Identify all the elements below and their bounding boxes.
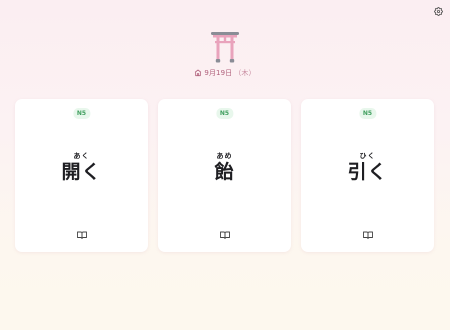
gear-icon bbox=[433, 6, 443, 16]
word-cards: N5 あく 開く N5 あめ 飴 N5 ひく 引く bbox=[15, 99, 434, 252]
kanji-text: 開く bbox=[61, 161, 102, 183]
level-badge: N5 bbox=[358, 108, 377, 119]
word: あく 開く bbox=[15, 152, 148, 184]
level-badge: N5 bbox=[215, 108, 234, 119]
kanji-text: 引く bbox=[347, 161, 388, 183]
settings-button[interactable] bbox=[432, 5, 444, 17]
book-icon bbox=[219, 231, 230, 239]
details-button[interactable] bbox=[219, 231, 230, 239]
reading-text: ひく bbox=[359, 152, 376, 160]
word: あめ 飴 bbox=[158, 152, 291, 184]
book-icon bbox=[76, 231, 87, 239]
date-display: 9月19日 （木） bbox=[194, 68, 255, 78]
word-card-ame[interactable]: N5 あめ 飴 bbox=[158, 99, 291, 252]
reading-text: あめ bbox=[216, 152, 233, 160]
book-icon bbox=[362, 231, 373, 239]
shrine-icon bbox=[195, 69, 202, 77]
header: 9月19日 （木） bbox=[0, 30, 450, 78]
details-button[interactable] bbox=[76, 231, 87, 239]
date-text: 9月19日 bbox=[204, 69, 233, 77]
torii-gate-icon bbox=[211, 32, 239, 63]
level-badge: N5 bbox=[72, 108, 91, 119]
reading-text: あく bbox=[73, 152, 90, 160]
word-card-hiku[interactable]: N5 ひく 引く bbox=[301, 99, 434, 252]
kanji-text: 飴 bbox=[214, 161, 235, 183]
word-card-aku[interactable]: N5 あく 開く bbox=[15, 99, 148, 252]
weekday-text: （木） bbox=[234, 69, 256, 77]
details-button[interactable] bbox=[362, 231, 373, 239]
word: ひく 引く bbox=[301, 152, 434, 184]
